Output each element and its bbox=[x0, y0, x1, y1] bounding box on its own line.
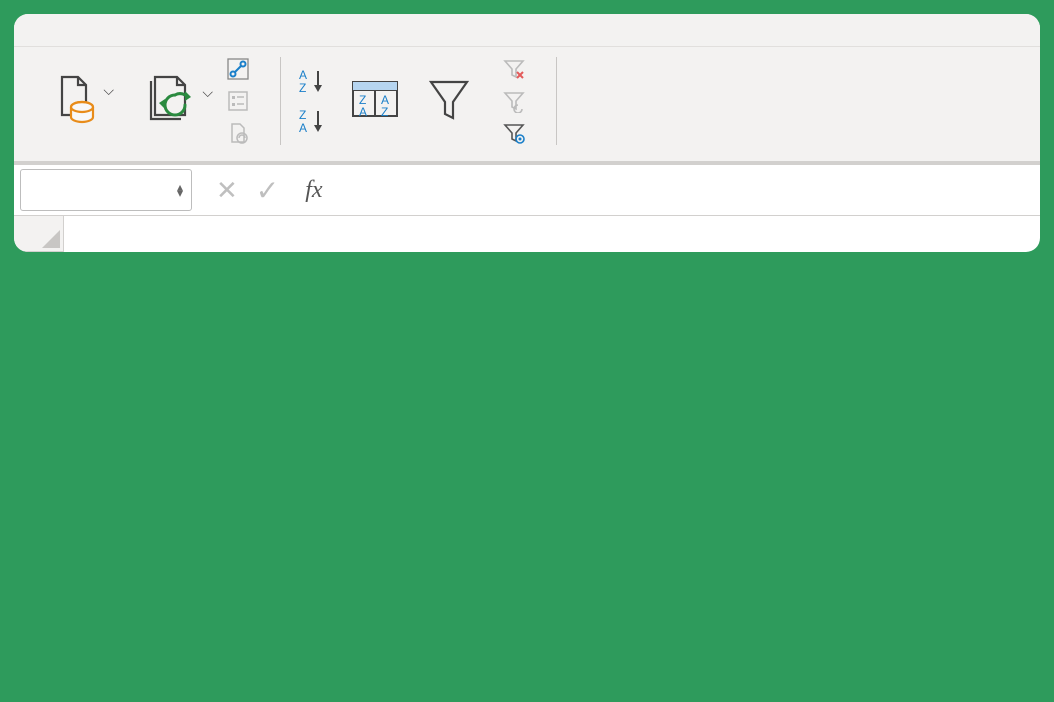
advanced-filter-icon bbox=[502, 121, 526, 145]
group-get-refresh: ⌵ ⌵ bbox=[24, 51, 280, 151]
formula-bar: ▴▾ ✕ ✓ fx bbox=[14, 164, 1040, 216]
group-sort-filter: AZ ZA Z A bbox=[280, 51, 556, 151]
ribbon-tabs bbox=[14, 14, 1040, 47]
sort-asc-icon: AZ bbox=[296, 67, 330, 95]
sort-desc-button[interactable]: ZA bbox=[294, 105, 332, 137]
advanced-button[interactable] bbox=[496, 119, 542, 147]
clear-button bbox=[496, 55, 542, 83]
refresh-all-button[interactable]: ⌵ bbox=[136, 68, 210, 134]
chevron-down-icon: ⌵ bbox=[103, 82, 114, 98]
refresh-icon: ⌵ bbox=[145, 70, 201, 128]
ribbon: ⌵ ⌵ bbox=[14, 47, 1040, 164]
formula-bar-buttons: ✕ ✓ fx bbox=[198, 165, 341, 215]
reapply-filter-icon bbox=[502, 89, 526, 113]
sort-icon: Z A A Z bbox=[347, 70, 403, 128]
edit-links-button bbox=[220, 119, 266, 147]
reapply-button bbox=[496, 87, 542, 115]
clear-filter-icon bbox=[502, 57, 526, 81]
group-more bbox=[556, 51, 1030, 151]
excel-window: ⌵ ⌵ bbox=[14, 14, 1040, 252]
connections-button[interactable] bbox=[220, 55, 266, 83]
svg-text:Z: Z bbox=[299, 81, 306, 95]
name-box[interactable]: ▴▾ bbox=[20, 169, 192, 211]
enter-icon[interactable]: ✓ bbox=[256, 174, 279, 207]
svg-text:Z: Z bbox=[299, 108, 306, 122]
database-icon: ⌵ bbox=[48, 70, 102, 128]
connections-icon bbox=[226, 57, 250, 81]
connections-stack bbox=[220, 55, 266, 147]
edit-links-icon bbox=[226, 121, 250, 145]
grid-header-row bbox=[14, 216, 1040, 252]
svg-text:A: A bbox=[359, 105, 367, 119]
svg-text:A: A bbox=[299, 68, 307, 82]
sort-button[interactable]: Z A A Z bbox=[338, 68, 412, 134]
filter-icon bbox=[425, 70, 473, 128]
chevron-down-icon: ⌵ bbox=[202, 84, 213, 100]
svg-text:Z: Z bbox=[381, 105, 388, 119]
filter-options-stack bbox=[496, 55, 542, 147]
svg-text:A: A bbox=[299, 121, 307, 135]
sort-asc-button[interactable]: AZ bbox=[294, 65, 332, 97]
name-box-spinner[interactable]: ▴▾ bbox=[177, 184, 183, 196]
fx-icon[interactable]: fx bbox=[305, 177, 322, 204]
cancel-icon[interactable]: ✕ bbox=[216, 175, 238, 206]
select-all-corner[interactable] bbox=[14, 216, 64, 252]
properties-icon bbox=[226, 89, 250, 113]
properties-button bbox=[220, 87, 266, 115]
formula-input[interactable] bbox=[341, 165, 1040, 215]
get-external-data-button[interactable]: ⌵ bbox=[38, 68, 112, 134]
sort-desc-icon: ZA bbox=[296, 107, 330, 135]
filter-button[interactable] bbox=[412, 68, 486, 134]
